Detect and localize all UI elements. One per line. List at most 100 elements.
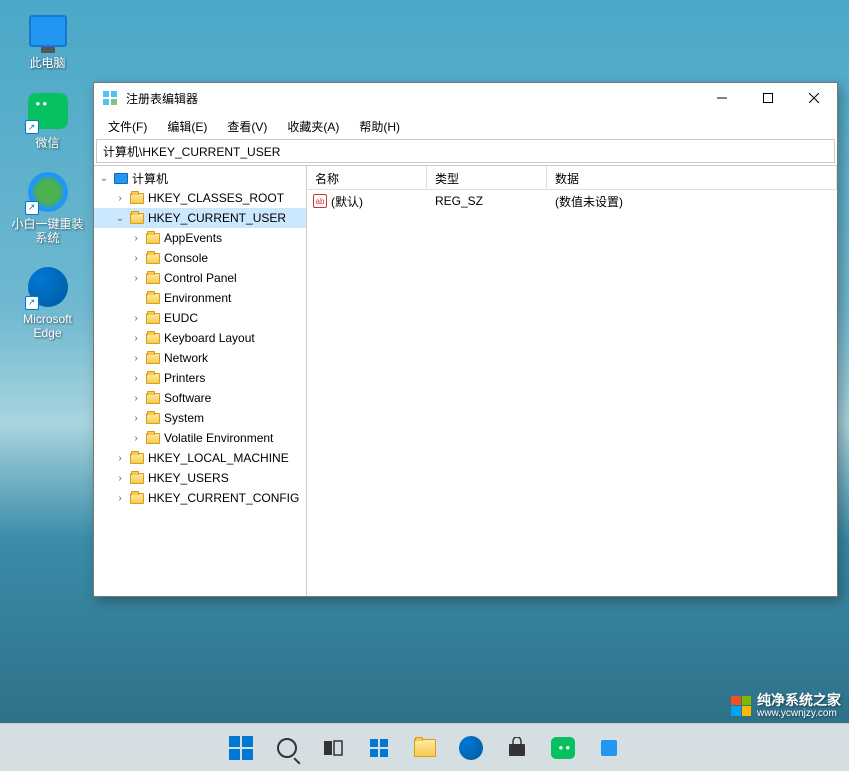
tree-label: System [162, 411, 204, 425]
tree-key[interactable]: › Keyboard Layout [94, 328, 306, 348]
expand-icon[interactable]: › [112, 473, 128, 484]
menu-favorites[interactable]: 收藏夹(A) [277, 115, 349, 138]
regedit-window: 注册表编辑器 文件(F) 编辑(E) 查看(V) 收藏夹(A) 帮助(H) 计算… [93, 82, 838, 597]
expand-icon[interactable]: › [112, 493, 128, 504]
taskbar-explorer[interactable] [405, 728, 445, 768]
reinstaller-icon: ↗ [27, 171, 69, 213]
value-list[interactable]: ab (默认) REG_SZ (数值未设置) [307, 190, 837, 596]
value-pane: 名称 类型 数据 ab (默认) REG_SZ (数值未设置) [307, 166, 837, 596]
folder-icon [128, 193, 146, 204]
tree-hive-users[interactable]: › HKEY_USERS [94, 468, 306, 488]
folder-icon [144, 273, 162, 284]
tree-label: HKEY_CURRENT_CONFIG [146, 491, 299, 505]
col-name[interactable]: 名称 [307, 166, 427, 189]
tree-key[interactable]: ›Console [94, 248, 306, 268]
task-view-button[interactable] [313, 728, 353, 768]
col-data[interactable]: 数据 [547, 166, 837, 189]
tree-key[interactable]: › Control Panel [94, 268, 306, 288]
expand-icon[interactable]: › [128, 313, 144, 324]
tree-key[interactable]: ›AppEvents [94, 228, 306, 248]
taskbar-store[interactable] [497, 728, 537, 768]
menu-bar: 文件(F) 编辑(E) 查看(V) 收藏夹(A) 帮助(H) [94, 113, 837, 139]
tree-root-computer[interactable]: ⌄ 计算机 [94, 168, 306, 188]
taskbar-wechat[interactable] [543, 728, 583, 768]
tree-label: Environment [162, 291, 231, 305]
maximize-button[interactable] [745, 83, 791, 113]
folder-icon [144, 293, 162, 304]
string-value-icon: ab [313, 194, 327, 208]
collapse-icon[interactable]: ⌄ [96, 173, 112, 184]
tree-pane[interactable]: ⌄ 计算机 › HKEY_CLASSES_ROOT ⌄ HKEY_CURRENT… [94, 166, 307, 596]
desktop-icon-xiaobai[interactable]: ↗ 小白一键重装 系统 [10, 171, 85, 246]
desktop-icon-label: 小白一键重装 系统 [11, 217, 83, 246]
taskbar[interactable] [0, 723, 849, 771]
value-row-default[interactable]: ab (默认) REG_SZ (数值未设置) [307, 190, 837, 212]
store-icon [506, 737, 528, 759]
tree-key[interactable]: › Software [94, 388, 306, 408]
tree-hive-current-user[interactable]: ⌄ HKEY_CURRENT_USER [94, 208, 306, 228]
tree-key[interactable]: › System [94, 408, 306, 428]
watermark-url: www.ycwnjzy.com [757, 708, 841, 719]
column-headers[interactable]: 名称 类型 数据 [307, 166, 837, 190]
desktop-icon-area: 此电脑 ↗ 微信 ↗ 小白一键重装 系统 ↗ Microsoft Edge [10, 10, 85, 340]
expand-icon[interactable]: › [128, 273, 144, 284]
folder-icon [144, 413, 162, 424]
start-button[interactable] [221, 728, 261, 768]
tree-hive-local-machine[interactable]: › HKEY_LOCAL_MACHINE [94, 448, 306, 468]
menu-view[interactable]: 查看(V) [217, 115, 277, 138]
app-icon [598, 737, 620, 759]
desktop-icon-this-pc[interactable]: 此电脑 [10, 10, 85, 70]
regedit-icon [102, 90, 118, 106]
tree-label: Keyboard Layout [162, 331, 255, 345]
tree-label: Control Panel [162, 271, 237, 285]
tree-key[interactable]: ›Printers [94, 368, 306, 388]
widgets-icon [368, 737, 390, 759]
value-type: REG_SZ [427, 194, 547, 208]
content-area: ⌄ 计算机 › HKEY_CLASSES_ROOT ⌄ HKEY_CURRENT… [94, 165, 837, 596]
folder-icon [128, 473, 146, 484]
expand-icon[interactable]: › [128, 393, 144, 404]
taskbar-app[interactable] [589, 728, 629, 768]
expand-icon[interactable]: › [112, 193, 128, 204]
tree-key[interactable]: Environment [94, 288, 306, 308]
menu-file[interactable]: 文件(F) [98, 115, 157, 138]
menu-help[interactable]: 帮助(H) [349, 115, 410, 138]
desktop-icon-edge[interactable]: ↗ Microsoft Edge [10, 266, 85, 341]
col-type[interactable]: 类型 [427, 166, 547, 189]
menu-edit[interactable]: 编辑(E) [157, 115, 217, 138]
edge-icon: ↗ [27, 266, 69, 308]
window-title: 注册表编辑器 [126, 90, 699, 107]
taskbar-edge[interactable] [451, 728, 491, 768]
tree-label: HKEY_CLASSES_ROOT [146, 191, 284, 205]
folder-icon [144, 233, 162, 244]
folder-icon [144, 253, 162, 264]
tree-label: Volatile Environment [162, 431, 273, 445]
tree-hive-current-config[interactable]: › HKEY_CURRENT_CONFIG [94, 488, 306, 508]
expand-icon[interactable]: › [128, 353, 144, 364]
widgets-button[interactable] [359, 728, 399, 768]
tree-key[interactable]: ›Network [94, 348, 306, 368]
tree-label: Software [162, 391, 211, 405]
expand-icon[interactable]: › [128, 433, 144, 444]
wechat-icon: ↗ [27, 90, 69, 132]
desktop-icon-label: 此电脑 [29, 56, 65, 70]
expand-icon[interactable]: › [128, 373, 144, 384]
expand-icon[interactable]: › [128, 413, 144, 424]
tree-key[interactable]: ›EUDC [94, 308, 306, 328]
collapse-icon[interactable]: ⌄ [112, 213, 128, 224]
expand-icon[interactable]: › [112, 453, 128, 464]
taskbar-search[interactable] [267, 728, 307, 768]
minimize-button[interactable] [699, 83, 745, 113]
tree-key[interactable]: › Volatile Environment [94, 428, 306, 448]
tree-label: HKEY_USERS [146, 471, 229, 485]
desktop-icon-wechat[interactable]: ↗ 微信 [10, 90, 85, 150]
expand-icon[interactable]: › [128, 333, 144, 344]
tree-hive-classes-root[interactable]: › HKEY_CLASSES_ROOT [94, 188, 306, 208]
titlebar[interactable]: 注册表编辑器 [94, 83, 837, 113]
folder-icon [144, 393, 162, 404]
desktop-icon-label: Microsoft Edge [23, 312, 72, 341]
expand-icon[interactable]: › [128, 233, 144, 244]
expand-icon[interactable]: › [128, 253, 144, 264]
close-button[interactable] [791, 83, 837, 113]
address-bar[interactable]: 计算机\HKEY_CURRENT_USER [96, 139, 835, 163]
